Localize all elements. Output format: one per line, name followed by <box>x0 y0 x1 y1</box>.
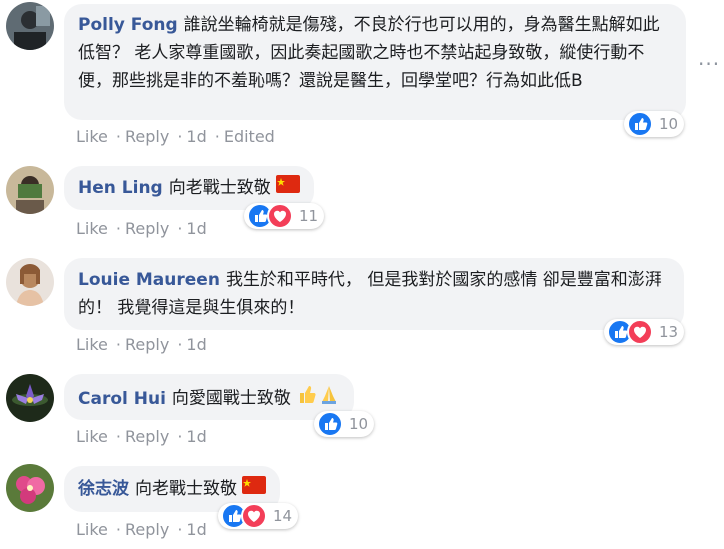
love-icon <box>627 319 653 345</box>
reactions-summary[interactable]: 11 <box>244 203 325 229</box>
reaction-count: 10 <box>349 415 369 433</box>
love-icon <box>267 203 293 229</box>
comment-text: 向老戰士致敬 <box>135 479 237 499</box>
timestamp[interactable]: 1d <box>186 520 206 539</box>
avatar[interactable] <box>6 258 54 306</box>
avatar[interactable] <box>6 2 54 50</box>
reaction-count: 10 <box>659 115 679 133</box>
timestamp[interactable]: 1d <box>186 127 206 146</box>
timestamp[interactable]: 1d <box>186 427 206 446</box>
comment-actions: Like · Reply · 1d <box>76 520 207 539</box>
commenter-name[interactable]: Carol Hui <box>78 389 166 409</box>
like-icon <box>317 411 343 437</box>
reactions-summary[interactable]: 14 <box>218 503 299 529</box>
reply-button[interactable]: Reply <box>125 427 169 446</box>
more-options-icon[interactable]: ··· <box>698 52 720 76</box>
china-flag-icon <box>242 475 267 503</box>
commenter-name[interactable]: Polly Fong <box>78 15 178 35</box>
thumbs-up-emoji <box>296 383 318 414</box>
china-flag-icon <box>276 174 301 202</box>
avatar[interactable] <box>6 166 54 214</box>
comment-text: 向老戰士致敬 <box>168 178 271 198</box>
like-icon <box>627 111 653 137</box>
like-button[interactable]: Like <box>76 127 108 146</box>
commenter-name[interactable]: 徐志波 <box>78 479 129 499</box>
reply-button[interactable]: Reply <box>125 127 169 146</box>
comment-bubble: Louie Maureen 我生於和平時代， 但是我對於國家的感情 卻是豐富和澎湃… <box>64 258 684 330</box>
timestamp[interactable]: 1d <box>186 219 206 238</box>
reactions-summary[interactable]: 10 <box>624 111 685 137</box>
comment-actions: Like · Reply · 1d <box>76 335 207 354</box>
edited-label[interactable]: Edited <box>224 127 275 146</box>
timestamp[interactable]: 1d <box>186 335 206 354</box>
commenter-name[interactable]: Hen Ling <box>78 178 163 198</box>
comment-actions: Like · Reply · 1d · Edited <box>76 127 275 146</box>
like-button[interactable]: Like <box>76 520 108 539</box>
like-button[interactable]: Like <box>76 219 108 238</box>
reactions-summary[interactable]: 13 <box>604 319 685 345</box>
reply-button[interactable]: Reply <box>125 219 169 238</box>
avatar[interactable] <box>6 464 54 512</box>
reaction-count: 14 <box>273 507 293 525</box>
reaction-count: 13 <box>659 323 679 341</box>
comment-actions: Like · Reply · 1d <box>76 219 207 238</box>
comment-text: 向愛國戰士致敬 <box>171 388 291 409</box>
like-button[interactable]: Like <box>76 335 108 354</box>
comment-bubble: Carol Hui 向愛國戰士致敬 <box>64 374 355 420</box>
reply-button[interactable]: Reply <box>125 520 169 539</box>
love-icon <box>241 503 267 529</box>
commenter-name[interactable]: Louie Maureen <box>78 270 220 290</box>
pray-emoji <box>318 383 340 414</box>
reactions-summary[interactable]: 10 <box>314 411 375 437</box>
like-button[interactable]: Like <box>76 427 108 446</box>
reaction-count: 11 <box>299 207 319 225</box>
comment-actions: Like · Reply · 1d <box>76 427 207 446</box>
avatar[interactable] <box>6 374 54 422</box>
comment-bubble: Polly Fong 誰說坐輪椅就是傷殘，不良於行也可以用的，身為醫生點解如此低智… <box>64 4 686 120</box>
reply-button[interactable]: Reply <box>125 335 169 354</box>
